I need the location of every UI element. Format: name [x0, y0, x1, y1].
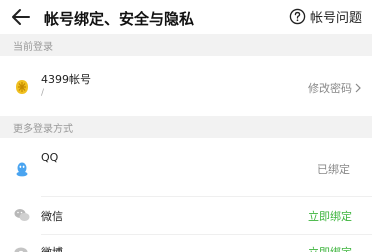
- account-help-label: 帐号问题: [309, 11, 362, 26]
- weibo-label: 微博: [41, 244, 63, 252]
- wechat-bind-button[interactable]: 立即绑定: [308, 208, 352, 224]
- account-name: 4399帐号: [41, 73, 91, 86]
- qq-status: 已绑定: [317, 163, 350, 176]
- change-password-button[interactable]: 修改密码: [308, 80, 352, 96]
- section-label: 当前登录: [13, 42, 53, 53]
- question-circle-icon: [289, 8, 306, 25]
- row-wechat[interactable]: 微信 立即绑定: [0, 196, 372, 234]
- row-weibo[interactable]: 微博 立即绑定: [0, 234, 372, 252]
- 4399-logo-icon: [16, 80, 28, 94]
- account-subtext: /: [41, 88, 45, 98]
- weibo-icon: [14, 247, 28, 252]
- wechat-icon: [14, 209, 30, 221]
- row-divider: [41, 234, 372, 235]
- section-current-login: 当前登录: [0, 34, 372, 56]
- qq-label: QQ: [41, 151, 59, 164]
- qq-icon: [16, 162, 28, 177]
- section-more-login-methods: 更多登录方式: [0, 116, 372, 138]
- chevron-right-icon: [355, 83, 361, 93]
- section-label: 更多登录方式: [13, 124, 73, 135]
- account-help-link[interactable]: 帐号问题: [289, 7, 362, 26]
- top-bar: 帐号绑定、安全与隐私 帐号问题: [0, 0, 372, 34]
- page-title: 帐号绑定、安全与隐私: [44, 10, 195, 28]
- wechat-label: 微信: [41, 210, 63, 223]
- row-divider: [41, 196, 372, 197]
- back-arrow-icon[interactable]: [10, 6, 32, 28]
- row-qq[interactable]: QQ 已绑定: [0, 138, 372, 196]
- weibo-bind-button[interactable]: 立即绑定: [308, 244, 352, 252]
- row-4399-account[interactable]: 4399帐号 / 修改密码: [0, 56, 372, 116]
